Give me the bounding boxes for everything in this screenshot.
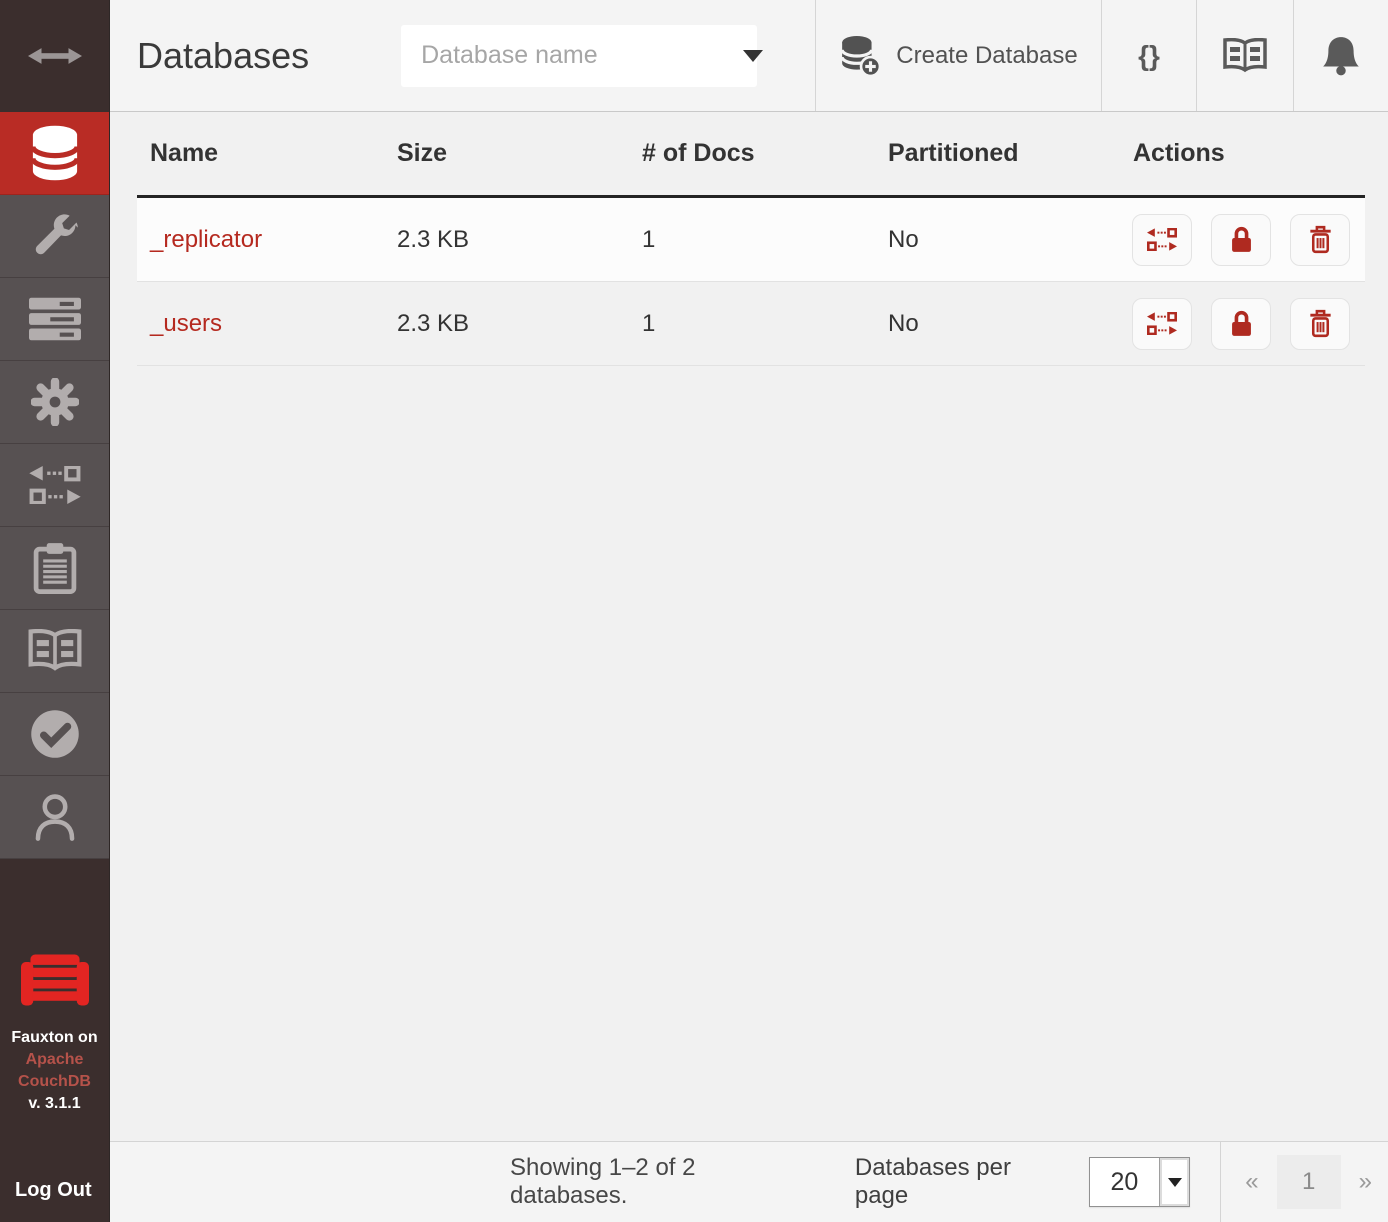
chevron-down-icon — [743, 50, 763, 62]
db-docs-cell: 1 — [629, 310, 875, 338]
set-permissions-button[interactable] — [1211, 214, 1271, 266]
lock-icon — [1229, 225, 1254, 254]
header-left: Databases — [110, 0, 815, 111]
notifications-button[interactable] — [1293, 0, 1388, 111]
sidebar-item-verify[interactable] — [0, 693, 109, 776]
double-arrow-icon — [26, 47, 84, 65]
per-page-value: 20 — [1090, 1158, 1160, 1206]
chevron-down-icon — [1168, 1178, 1182, 1187]
brand-line1: Fauxton on — [11, 1027, 97, 1049]
replication-icon — [1147, 312, 1177, 335]
replicate-database-button[interactable] — [1132, 214, 1192, 266]
clipboard-icon — [33, 542, 77, 594]
db-name-link[interactable]: _users — [150, 310, 222, 337]
per-page-label: Databases per page — [855, 1154, 1071, 1210]
table-row: _replicator 2.3 KB 1 No — [137, 198, 1365, 282]
sidebar-item-documentation[interactable] — [0, 610, 109, 693]
sidebar-item-tasks-clipboard[interactable] — [0, 527, 109, 610]
logout-button[interactable]: Log Out — [0, 1179, 92, 1222]
replication-icon — [29, 466, 81, 504]
replication-icon — [1147, 228, 1177, 251]
pagination: « 1 » — [1241, 1155, 1376, 1209]
bell-icon — [1322, 35, 1360, 77]
main-area: Databases — [110, 0, 1388, 1222]
sidebar-item-replication[interactable] — [0, 444, 109, 527]
db-name-cell: _users — [137, 310, 384, 338]
db-actions-cell — [1120, 214, 1365, 266]
db-size-cell: 2.3 KB — [384, 310, 629, 338]
trash-icon — [1308, 309, 1333, 338]
brand-version: v. 3.1.1 — [11, 1093, 97, 1115]
column-header-actions: Actions — [1120, 139, 1365, 168]
pagination-next-button[interactable]: » — [1355, 1168, 1376, 1196]
column-header-partitioned: Partitioned — [875, 139, 1120, 168]
sidebar-nav — [0, 112, 109, 859]
db-size-cell: 2.3 KB — [384, 226, 629, 254]
json-braces-icon: {} — [1138, 40, 1160, 72]
documentation-button[interactable] — [1196, 0, 1293, 111]
pagination-prev-button[interactable]: « — [1241, 1168, 1262, 1196]
column-header-docs: # of Docs — [629, 139, 875, 168]
sidebar: Fauxton on Apache CouchDB v. 3.1.1 Log O… — [0, 0, 110, 1222]
db-partitioned-cell: No — [875, 226, 1120, 254]
footer-divider — [1220, 1142, 1221, 1222]
db-docs-cell: 1 — [629, 226, 875, 254]
lock-icon — [1229, 309, 1254, 338]
gear-icon — [31, 378, 79, 426]
db-actions-cell — [1120, 298, 1365, 350]
databases-content: Name Size # of Docs Partitioned Actions … — [110, 112, 1388, 1141]
create-database-label: Create Database — [896, 42, 1077, 70]
db-name-link[interactable]: _replicator — [150, 226, 262, 253]
delete-database-button[interactable] — [1290, 214, 1350, 266]
brand-caption: Fauxton on Apache CouchDB v. 3.1.1 — [11, 1027, 97, 1115]
sidebar-item-databases[interactable] — [0, 112, 109, 195]
fauxton-app: Fauxton on Apache CouchDB v. 3.1.1 Log O… — [0, 0, 1388, 1222]
db-name-cell: _replicator — [137, 226, 384, 254]
page-title: Databases — [137, 35, 309, 77]
page-footer: Showing 1–2 of 2 databases. Databases pe… — [110, 1141, 1388, 1222]
user-icon — [34, 792, 76, 842]
sidebar-item-account[interactable] — [0, 776, 109, 859]
table-row: _users 2.3 KB 1 No — [137, 282, 1365, 366]
column-header-size: Size — [384, 139, 629, 168]
server-stack-icon — [29, 297, 81, 341]
database-name-input[interactable] — [421, 41, 743, 70]
trash-icon — [1308, 225, 1333, 254]
table-header-row: Name Size # of Docs Partitioned Actions — [137, 112, 1365, 198]
check-circle-icon — [30, 709, 80, 759]
sidebar-collapse-button[interactable] — [0, 0, 109, 112]
database-icon — [29, 124, 81, 182]
api-json-button[interactable]: {} — [1101, 0, 1196, 111]
column-header-name: Name — [137, 139, 384, 168]
db-partitioned-cell: No — [875, 310, 1120, 338]
sidebar-item-active-tasks[interactable] — [0, 278, 109, 361]
database-name-combobox[interactable] — [401, 25, 757, 87]
create-database-icon — [839, 35, 881, 77]
couchdb-logo-icon — [21, 953, 89, 1007]
brand-line3: CouchDB — [11, 1071, 97, 1093]
book-icon — [27, 629, 83, 673]
book-icon — [1222, 38, 1268, 74]
create-database-button[interactable]: Create Database — [815, 0, 1101, 111]
pagination-current-page[interactable]: 1 — [1277, 1155, 1341, 1209]
sidebar-footer: Fauxton on Apache CouchDB v. 3.1.1 Log O… — [0, 859, 109, 1222]
delete-database-button[interactable] — [1290, 298, 1350, 350]
sidebar-item-configuration[interactable] — [0, 361, 109, 444]
replicate-database-button[interactable] — [1132, 298, 1192, 350]
sidebar-item-setup[interactable] — [0, 195, 109, 278]
set-permissions-button[interactable] — [1211, 298, 1271, 350]
wrench-icon — [31, 212, 79, 260]
page-header: Databases — [110, 0, 1388, 112]
per-page-select[interactable]: 20 — [1089, 1157, 1191, 1207]
select-arrow-button[interactable] — [1159, 1158, 1189, 1206]
brand-line2: Apache — [11, 1049, 97, 1071]
showing-text: Showing 1–2 of 2 databases. — [510, 1154, 819, 1210]
